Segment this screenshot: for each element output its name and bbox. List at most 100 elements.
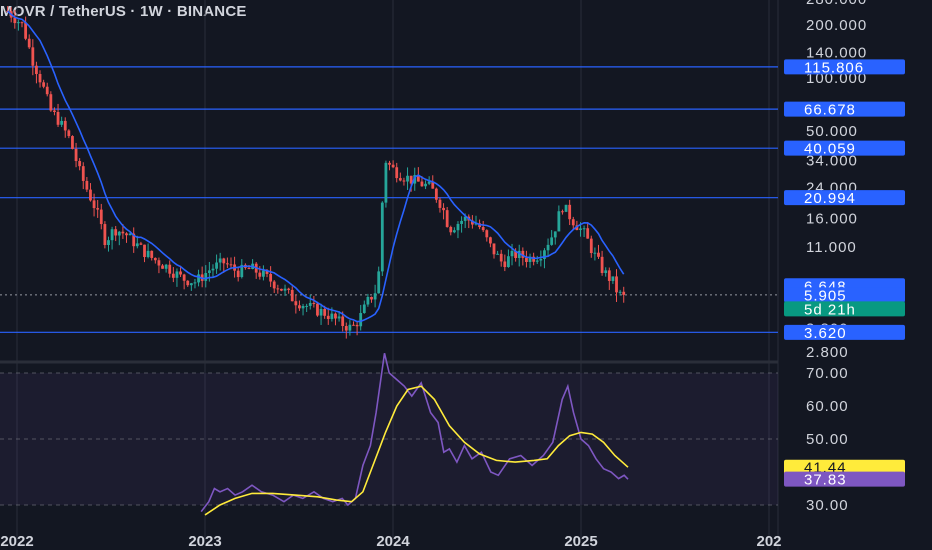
candle-body (45, 86, 49, 95)
candle-body (38, 74, 42, 83)
countdown-badge: 5d 21h (804, 301, 856, 318)
candle-body (341, 316, 345, 327)
candle-body (42, 82, 46, 87)
candle-body (525, 257, 528, 262)
candle-body (103, 224, 107, 246)
candle-body (236, 270, 240, 278)
candle-body (535, 260, 539, 262)
moving-average (7, 10, 625, 323)
candle-body (247, 267, 251, 269)
candle-body (24, 22, 28, 39)
candle-body (402, 180, 406, 182)
candle-body (204, 273, 208, 281)
candle-body (121, 231, 125, 234)
rsi-band (0, 372, 778, 506)
level-badge: 20.994 (804, 190, 856, 207)
candle-body (222, 258, 226, 264)
candle-body (337, 316, 341, 319)
candle-body (406, 175, 409, 182)
candle-body (301, 305, 305, 309)
candle-body (319, 308, 323, 316)
candle-body (27, 38, 31, 48)
candle-body (110, 229, 114, 241)
candle-body (579, 228, 582, 231)
candle-body (355, 324, 359, 327)
candle-body (276, 288, 280, 290)
candle-body (492, 243, 496, 255)
candle-body (564, 204, 568, 212)
candle-body (510, 250, 514, 257)
candle-body (128, 233, 132, 236)
candle-body (60, 120, 64, 125)
price-tick-label: 280.000 (806, 0, 867, 8)
candle-body (35, 65, 38, 75)
candle-body (67, 130, 71, 137)
candle-body (507, 256, 510, 268)
candle-body (182, 274, 186, 281)
candle-body (99, 209, 103, 225)
candle-body (53, 110, 56, 113)
candle-body (362, 304, 366, 314)
rsi-tick-label: 70.00 (806, 365, 849, 382)
candle-body (442, 207, 445, 211)
candle-body (207, 270, 211, 274)
candle-body (157, 260, 161, 266)
candle-body (550, 237, 554, 245)
candle-body (373, 293, 377, 300)
candle-body (269, 273, 273, 282)
candle-body (586, 228, 590, 239)
candle-body (218, 258, 222, 263)
candle-body (546, 244, 550, 251)
candle-body (63, 120, 67, 131)
candle-body (445, 210, 449, 227)
rsi-axis: 70.00 60.00 50.00 30.00 (806, 365, 849, 514)
candle-body (604, 270, 608, 274)
candle-body (179, 271, 182, 275)
candle-body (114, 229, 118, 236)
candle-body (449, 226, 453, 233)
candle-body (377, 271, 381, 294)
candle-body (168, 264, 172, 274)
candle-body (557, 211, 561, 232)
candle-body (92, 200, 96, 209)
rsi-tick-label: 50.00 (806, 431, 849, 448)
candle-body (485, 230, 489, 238)
candle-body (388, 162, 391, 165)
candle-body (294, 301, 298, 306)
candle-body (211, 268, 215, 271)
candle-body (290, 289, 294, 302)
candle-body (164, 264, 168, 269)
candle-body (139, 243, 143, 245)
horizontal-levels (0, 66, 778, 333)
ma-line (7, 10, 625, 323)
chart-canvas[interactable]: 280.000200.000140.000100.00050.00034.000… (0, 0, 932, 550)
candle-body (153, 257, 157, 261)
candle-body (622, 291, 626, 295)
candle-body (344, 326, 348, 331)
rsi-tick-label: 60.00 (806, 398, 849, 415)
candle-body (197, 274, 200, 283)
candle-body (89, 189, 92, 201)
candle-body (539, 258, 543, 261)
price-tick-label: 11.000 (806, 239, 857, 256)
level-badge: 40.059 (804, 141, 856, 158)
candle-body (161, 265, 164, 269)
candle-body (481, 227, 485, 231)
rsi-badge: 37.83 (804, 472, 847, 489)
candle-body (589, 238, 593, 254)
candle-body (582, 228, 586, 230)
candle-body (316, 303, 319, 316)
price-tick-label: 50.000 (806, 123, 858, 140)
candle-body (171, 273, 175, 278)
candle-body (424, 183, 427, 187)
candle-body (280, 288, 283, 291)
candle-body (17, 22, 20, 24)
candle-body (308, 302, 312, 306)
candle-body (229, 264, 233, 266)
candle-body (258, 272, 262, 277)
candle-body (352, 324, 355, 326)
candle-body (348, 324, 352, 331)
candlesticks (6, 6, 626, 339)
candle-body (359, 313, 363, 327)
candle-body (85, 180, 89, 190)
